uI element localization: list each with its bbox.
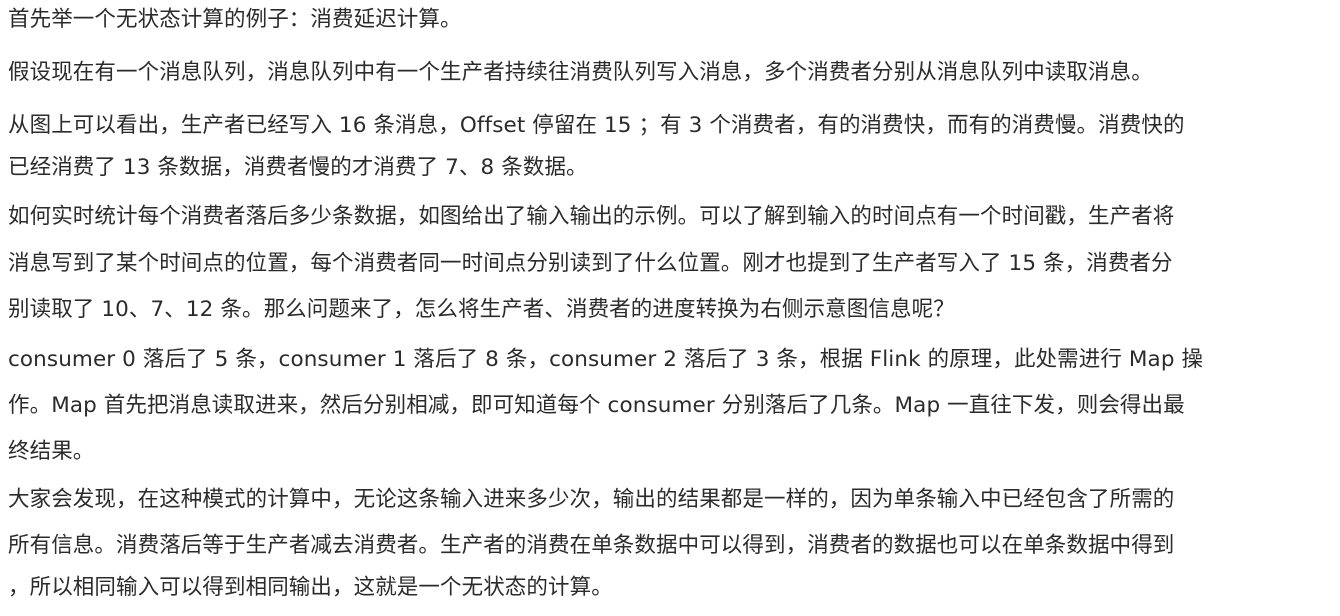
text-line: 作。Map 首先把消息读取进来，然后分别相减，即可知道每个 consumer 分… <box>8 393 1185 418</box>
text-line: 别读取了 10、7、12 条。那么问题来了，怎么将生产者、消费者的进度转换为右侧… <box>8 297 955 322</box>
text-line: 所有信息。消费落后等于生产者减去消费者。生产者的消费在单条数据中可以得到，消费者… <box>8 533 1175 558</box>
text-line: 已经消费了 13 条数据，消费者慢的才消费了 7、8 条数据。 <box>8 155 588 180</box>
text-line: 假设现在有一个消息队列，消息队列中有一个生产者持续往消费队列写入消息，多个消费者… <box>8 60 1153 85</box>
text-line: 如何实时统计每个消费者落后多少条数据，如图给出了输入输出的示例。可以了解到输入的… <box>8 204 1175 229</box>
text-line: 消息写到了某个时间点的位置，每个消费者同一时间点分别读到了什么位置。刚才也提到了… <box>8 251 1173 276</box>
text-line: ，所以相同输入可以得到相同输出，这就是一个无状态的计算。 <box>8 575 613 600</box>
text-line: 从图上可以看出，生产者已经写入 16 条消息，Offset 停留在 15 ；有 … <box>8 113 1185 138</box>
text-line: 大家会发现，在这种模式的计算中，无论这条输入进来多少次，输出的结果都是一样的，因… <box>8 487 1175 512</box>
text-line: 首先举一个无状态计算的例子：消费延迟计算。 <box>8 7 462 32</box>
text-line: 终结果。 <box>8 439 95 464</box>
text-line: consumer 0 落后了 5 条，consumer 1 落后了 8 条，co… <box>8 347 1204 372</box>
